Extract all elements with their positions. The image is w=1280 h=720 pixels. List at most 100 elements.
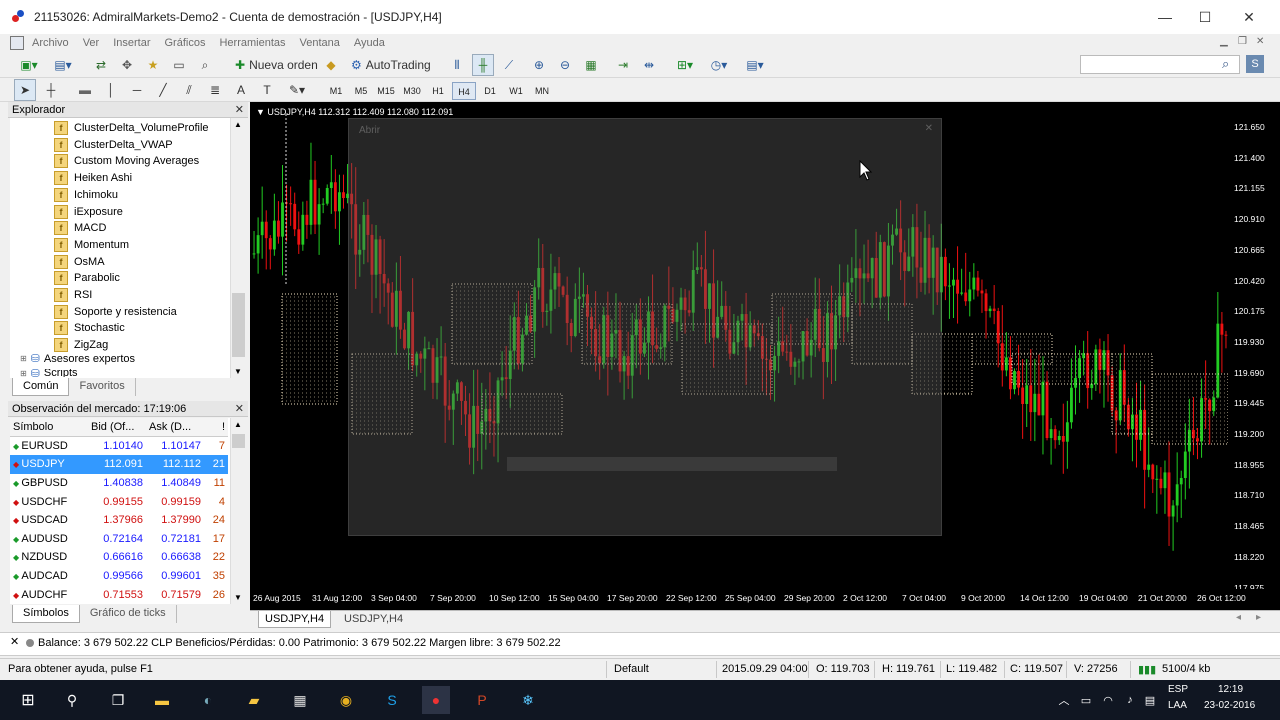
indicator-item[interactable]: f Custom Moving Averages bbox=[54, 153, 199, 169]
col-symbol[interactable]: Símbolo bbox=[10, 418, 88, 437]
indicator-item[interactable]: f Ichimoku bbox=[54, 187, 118, 203]
explorer-close-icon[interactable]: ✕ bbox=[235, 102, 244, 118]
chart-area[interactable]: Abrir ✕ ▼ USDJPY,H4 112.312 112.409 112.… bbox=[252, 104, 1228, 589]
tile-windows-icon[interactable]: ▦ bbox=[580, 54, 602, 76]
col-spread[interactable]: ! bbox=[204, 418, 228, 437]
indicator-item[interactable]: f Parabolic bbox=[54, 270, 120, 286]
skype-icon[interactable]: S bbox=[378, 686, 406, 714]
new-chart-icon[interactable]: ▣▾ bbox=[14, 54, 44, 76]
text-tool-icon[interactable]: A bbox=[230, 79, 252, 101]
menu-archivo[interactable]: Archivo bbox=[32, 37, 69, 49]
indicator-item[interactable]: f ZigZag bbox=[54, 337, 108, 353]
fibonacci-icon[interactable]: ≣ bbox=[204, 79, 226, 101]
indicator-item[interactable]: f Heiken Ashi bbox=[54, 170, 132, 186]
tf-mn[interactable]: MN bbox=[530, 82, 554, 100]
trendline-icon[interactable]: ╱ bbox=[152, 79, 174, 101]
powerpoint-icon[interactable]: P bbox=[468, 686, 496, 714]
file-explorer-icon[interactable]: ▬ bbox=[148, 686, 176, 714]
maximize-button[interactable]: ☐ bbox=[1182, 0, 1228, 34]
tf-m1[interactable]: M1 bbox=[324, 82, 348, 100]
chart-tab-2[interactable]: USDJPY,H4 bbox=[338, 611, 409, 627]
tab-tick-chart[interactable]: Gráfico de ticks bbox=[80, 605, 177, 623]
new-order-button[interactable]: ✚ Nueva orden bbox=[228, 54, 325, 76]
indicator-item[interactable]: f MACD bbox=[54, 220, 106, 236]
search-input[interactable] bbox=[1080, 55, 1240, 74]
calculator-icon[interactable]: ▦ bbox=[286, 686, 314, 714]
channel-icon[interactable]: ⫽ bbox=[178, 79, 200, 101]
tf-m5[interactable]: M5 bbox=[349, 82, 373, 100]
cursor-icon[interactable]: ➤ bbox=[14, 79, 36, 101]
terminal-close-icon[interactable]: ✕ bbox=[10, 635, 19, 648]
rectangle-tool-icon[interactable]: ▬ bbox=[74, 79, 96, 101]
mdi-minimize-icon[interactable]: ▁ bbox=[1220, 36, 1228, 47]
market-watch-row[interactable]: ◆ AUDCAD 0.99566 0.99601 35 bbox=[10, 567, 228, 586]
metaeditor-icon[interactable]: ◆ bbox=[320, 54, 342, 76]
menu-ventana[interactable]: Ventana bbox=[300, 37, 340, 49]
tabs-right-icon[interactable]: ▸ bbox=[1256, 612, 1261, 623]
community-icon[interactable]: S bbox=[1246, 55, 1264, 73]
arrows-icon[interactable]: ✎▾ bbox=[282, 79, 312, 101]
indicator-item[interactable]: f OsMA bbox=[54, 254, 105, 270]
zoom-out-icon[interactable]: ⊖ bbox=[554, 54, 576, 76]
search-icon[interactable]: ⌕ bbox=[1222, 56, 1229, 72]
bar-chart-icon[interactable]: ⫴ bbox=[446, 54, 468, 76]
explorer-scrollbar[interactable]: ▲ ▼ bbox=[230, 118, 246, 378]
app-icon-1[interactable]: ◐ bbox=[194, 686, 222, 714]
clock-time[interactable]: 12:19 bbox=[1218, 684, 1243, 695]
tf-m15[interactable]: M15 bbox=[374, 82, 398, 100]
horizontal-line-icon[interactable]: ─ bbox=[126, 79, 148, 101]
tab-common[interactable]: Común bbox=[12, 378, 70, 396]
tabs-left-icon[interactable]: ◂ bbox=[1236, 612, 1241, 623]
text-label-icon[interactable]: T bbox=[256, 79, 278, 101]
tf-m30[interactable]: M30 bbox=[400, 82, 424, 100]
mdi-close-icon[interactable]: ✕ bbox=[1256, 36, 1264, 47]
market-watch-row[interactable]: ◆ GBPUSD 1.40838 1.40849 11 bbox=[10, 474, 228, 493]
windows-start-icon[interactable]: ⊞ bbox=[14, 686, 42, 714]
col-bid[interactable]: Bid (Of... bbox=[88, 418, 146, 437]
vertical-line-icon[interactable]: │ bbox=[100, 79, 122, 101]
scroll-down-icon[interactable]: ▼ bbox=[234, 367, 242, 376]
indicator-item[interactable]: f ClusterDelta_VolumeProfile bbox=[54, 120, 209, 136]
market-watch-icon[interactable]: ⇄ bbox=[90, 54, 112, 76]
lang-indicator[interactable]: ESP bbox=[1168, 684, 1188, 695]
market-watch-row[interactable]: ◆ AUDUSD 0.72164 0.72181 17 bbox=[10, 530, 228, 549]
metatrader-taskbar-icon[interactable]: ● bbox=[422, 686, 450, 714]
tf-w1[interactable]: W1 bbox=[504, 82, 528, 100]
market-watch-row[interactable]: ◆ USDJPY 112.091 112.112 21 bbox=[10, 455, 228, 474]
scroll-thumb[interactable] bbox=[232, 293, 245, 357]
chrome-icon[interactable]: ◉ bbox=[332, 686, 360, 714]
tester-icon[interactable]: ⌕ bbox=[194, 54, 216, 76]
candlestick-icon[interactable]: ╫ bbox=[472, 54, 494, 76]
crosshair-icon[interactable]: ┼ bbox=[40, 79, 62, 101]
terminal-icon[interactable]: ▭ bbox=[168, 54, 190, 76]
tab-symbols[interactable]: Símbolos bbox=[12, 605, 80, 623]
data-window-icon[interactable]: ✥ bbox=[116, 54, 138, 76]
indicator-item[interactable]: f RSI bbox=[54, 287, 92, 303]
close-button[interactable]: ✕ bbox=[1226, 0, 1272, 34]
mdi-restore-icon[interactable]: ❐ bbox=[1238, 36, 1247, 47]
market-watch-row[interactable]: ◆ AUDCHF 0.71553 0.71579 26 bbox=[10, 585, 228, 604]
chart-shift-icon[interactable]: ⇹ bbox=[638, 54, 660, 76]
tree-folder-experts[interactable]: ⊞ ⛁ Asesores expertos bbox=[20, 352, 135, 366]
zoom-in-icon[interactable]: ⊕ bbox=[528, 54, 550, 76]
market-watch-close-icon[interactable]: ✕ bbox=[235, 401, 244, 417]
market-watch-row[interactable]: ◆ USDCHF 0.99155 0.99159 4 bbox=[10, 492, 228, 511]
menu-insertar[interactable]: Insertar bbox=[113, 37, 150, 49]
navigator-icon[interactable]: ★ bbox=[142, 54, 164, 76]
menu-ver[interactable]: Ver bbox=[83, 37, 100, 49]
market-watch-scrollbar[interactable]: ▲ ▼ bbox=[230, 418, 246, 604]
market-watch-row[interactable]: ◆ EURUSD 1.10140 1.10147 7 bbox=[10, 437, 228, 456]
tf-h4[interactable]: H4 bbox=[452, 82, 476, 100]
snowflake-app-icon[interactable]: ❄ bbox=[514, 686, 542, 714]
menu-herramientas[interactable]: Herramientas bbox=[219, 37, 285, 49]
profiles-icon[interactable]: ▤▾ bbox=[50, 54, 76, 76]
tf-h1[interactable]: H1 bbox=[426, 82, 450, 100]
indicator-item[interactable]: f Soporte y resistencia bbox=[54, 304, 177, 320]
scroll-up-icon[interactable]: ▲ bbox=[234, 120, 242, 129]
chart-tab-1[interactable]: USDJPY,H4 bbox=[258, 611, 332, 628]
tab-favorites[interactable]: Favoritos bbox=[69, 378, 136, 396]
market-watch-row[interactable]: ◆ USDCAD 1.37966 1.37990 24 bbox=[10, 511, 228, 530]
templates-icon[interactable]: ▤▾ bbox=[740, 54, 770, 76]
indicators-icon[interactable]: ⊞▾ bbox=[670, 54, 700, 76]
scroll-end-icon[interactable]: ⇥ bbox=[612, 54, 634, 76]
